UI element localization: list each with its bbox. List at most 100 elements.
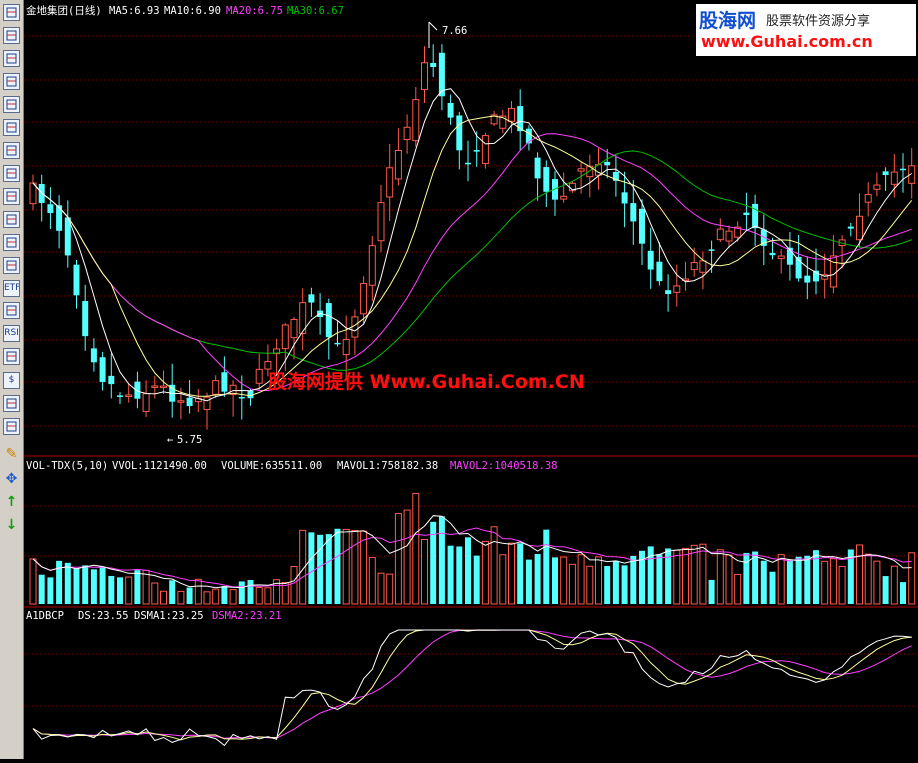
candle-body [308,294,315,303]
ds-label: DS:23.55 [78,610,129,622]
volume-bar [821,560,829,605]
volume-bar [543,529,550,604]
pencil-icon[interactable]: ✎ [3,446,20,463]
candle-body [351,316,359,338]
volume-bar [517,543,524,604]
volume-bar [386,573,394,605]
volume-bar [456,546,463,604]
search-icon[interactable] [3,257,20,274]
candle-body [447,102,454,118]
candle-body [673,285,681,293]
volume-bar [125,576,133,605]
volume-bar [604,566,611,604]
price-title: 金地集团(日线) [26,4,102,17]
volume-bar [247,579,254,604]
money-icon[interactable]: $ [3,372,20,389]
volume-bar [238,581,245,604]
volume-bar [621,565,628,604]
rsi-icon[interactable]: RSI [3,325,20,342]
export-icon[interactable] [3,418,20,435]
candle-body [412,99,420,142]
candle-body [473,150,480,152]
candle-body [656,261,663,282]
volume-bar [368,557,376,605]
candle-chart-icon[interactable] [3,73,20,90]
candle-body [864,194,872,203]
candle-body [430,62,437,67]
volume-bar [194,578,202,605]
candle-body [465,162,471,165]
volume-bar [752,551,759,604]
volume-bar [699,543,707,605]
volume-bar [890,565,898,605]
volume-bar [673,549,681,605]
volume-bar [264,587,272,605]
indicator-icon[interactable] [3,302,20,319]
volume-bar [394,513,402,605]
tools-icon[interactable] [3,395,20,412]
volume-bar [725,554,733,605]
volume-bar [134,570,141,604]
list-icon[interactable] [3,27,20,44]
volume-bar [203,591,211,605]
dsma1-line [32,629,912,741]
ds-line [32,629,912,747]
candle-body [621,192,628,204]
volume-bar [403,509,411,605]
candle-body [281,324,289,350]
volume-bar [577,554,585,605]
candle-body [525,128,532,144]
line-chart-icon[interactable] [3,50,20,67]
candle-body [421,62,428,91]
candle-body [90,348,97,363]
people-icon[interactable] [3,211,20,228]
ma30-label: MA30:6.67 [287,5,344,17]
etf-icon[interactable]: ETF [3,280,20,297]
move-icon[interactable]: ✥ [3,471,20,488]
ma5-line [32,88,912,402]
vvol-label: VVOL:1121490.00 [112,460,207,472]
report-icon[interactable] [3,119,20,136]
candle-body [743,212,750,216]
grid-icon[interactable] [3,4,20,21]
volume-bar [882,576,889,604]
candle-body [630,203,637,222]
volume-bar [177,590,185,605]
candle-body [142,393,150,412]
candle-body [690,262,698,271]
candle-body [125,394,133,397]
bar-chart-icon[interactable] [3,96,20,113]
volume-bar [552,557,558,604]
candle-body [647,250,654,270]
dsma2-line [32,629,912,739]
candle-body [203,396,211,411]
arrow-up-icon[interactable]: ↑ [3,494,20,511]
candle-body [900,168,906,171]
volume-bar [829,558,837,605]
candle-body [151,385,159,388]
volume-bar [525,559,532,604]
volume-bar [716,549,724,605]
mail-icon[interactable] [3,188,20,205]
screen-icon[interactable] [3,348,20,365]
volume-bar [160,590,167,605]
volume-bar [308,532,315,604]
stock-chart[interactable]: 金地集团(日线) MA5:6.93 MA10:6.90 MA20:6.75 MA… [24,0,918,759]
volume-bar [804,555,811,604]
document-icon[interactable] [3,165,20,182]
candle-body [368,245,376,286]
candle-body [752,203,759,229]
fundamental-icon[interactable] [3,234,20,251]
indicator-title: A1DBCP [26,610,64,622]
volume-bar [221,586,228,604]
candle-body [725,230,733,242]
arrow-down-icon[interactable]: ↓ [3,517,20,534]
volume-bar [630,555,637,604]
volume-bar [47,577,54,604]
indicator-lines [32,629,912,747]
candle-body [577,168,585,172]
table-icon[interactable] [3,142,20,159]
candle-body [403,126,411,141]
volume-bar [795,556,802,604]
volume-bar [873,560,881,605]
